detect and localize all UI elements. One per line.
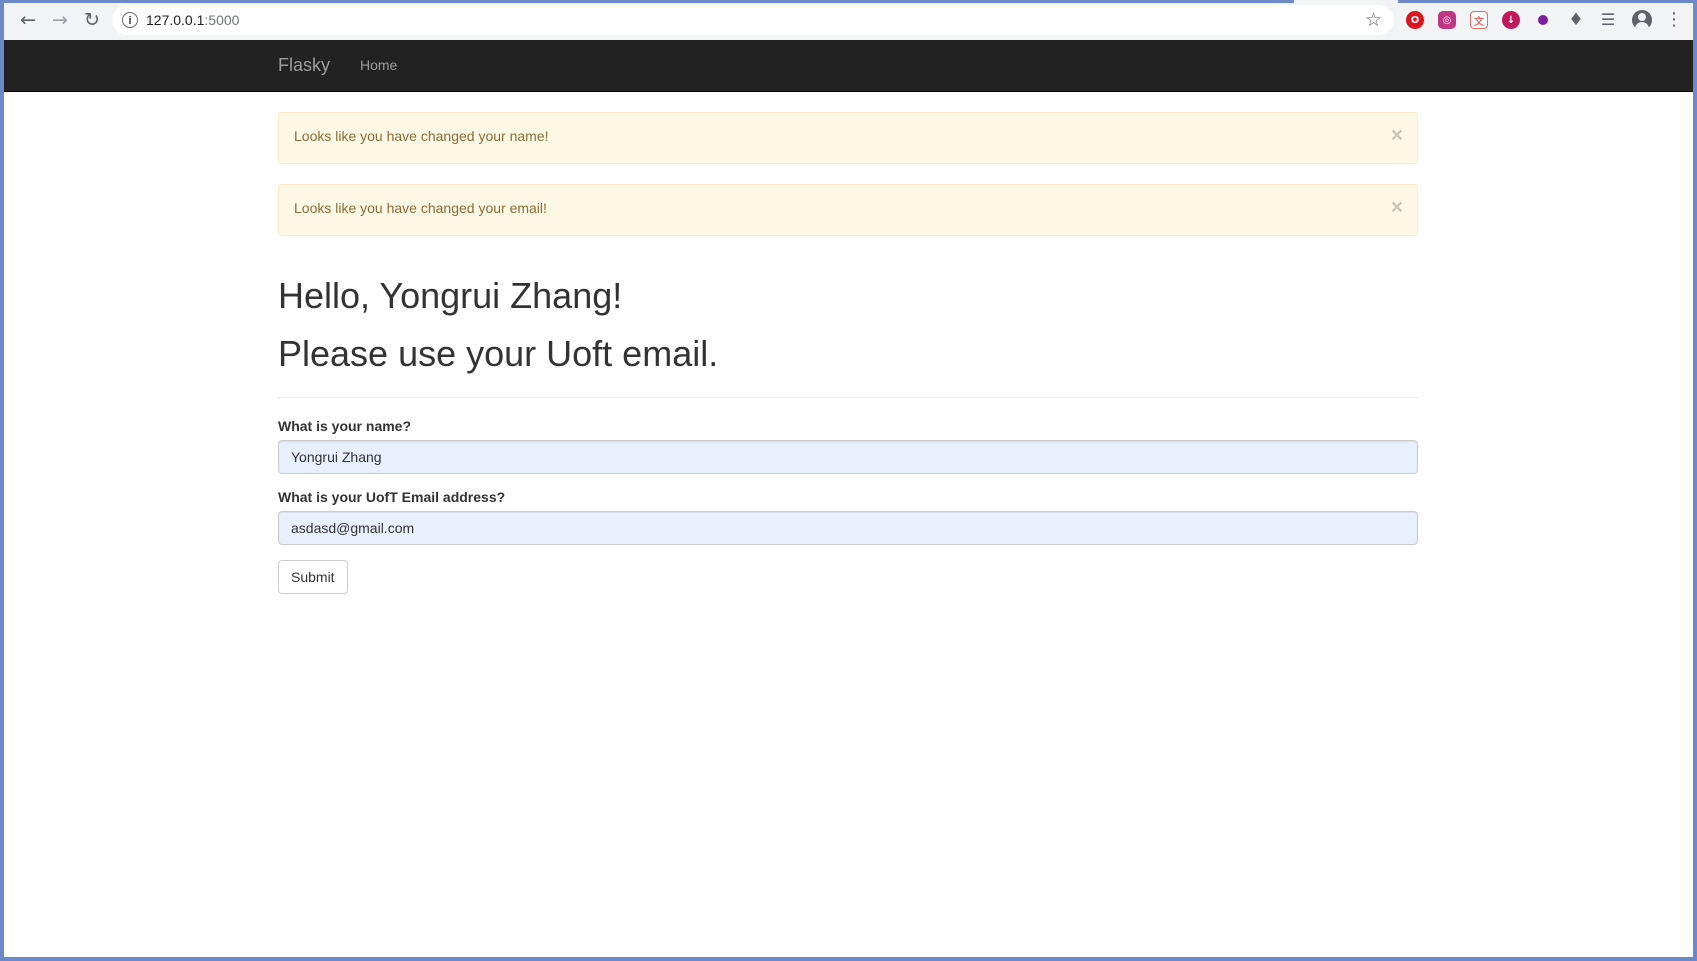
media-queue-icon[interactable]: ☰ xyxy=(1596,8,1620,32)
nav-link-home[interactable]: Home xyxy=(360,57,397,73)
alert-email-changed: Looks like you have changed your email! … xyxy=(278,184,1418,236)
email-label: What is your UofT Email address? xyxy=(278,489,506,506)
name-label: What is your name? xyxy=(278,418,412,435)
back-icon[interactable]: ← xyxy=(16,8,40,32)
navbar: Flasky Home xyxy=(4,40,1693,92)
name-input[interactable] xyxy=(278,440,1418,475)
tab-strip-edge-right xyxy=(1398,0,1693,3)
alert-name-changed: Looks like you have changed your name! × xyxy=(278,112,1418,164)
reload-icon[interactable]: ↻ xyxy=(80,8,104,32)
profile-form: What is your name? What is your UofT Ema… xyxy=(278,418,1418,595)
main-container: Looks like you have changed your name! ×… xyxy=(278,112,1418,595)
url-text[interactable]: 127.0.0.1:5000 xyxy=(146,12,239,28)
bookmark-star-icon[interactable]: ☆ xyxy=(1365,9,1382,31)
site-info-icon[interactable]: i xyxy=(122,12,138,28)
alert-message: Looks like you have changed your email! xyxy=(294,200,547,216)
opera-adblock-icon[interactable]: O xyxy=(1406,11,1424,29)
email-form-group: What is your UofT Email address? xyxy=(278,489,1418,546)
page-header: Hello, Yongrui Zhang! Please use your Uo… xyxy=(278,275,1418,399)
browser-toolbar: ← → ↻ i 127.0.0.1:5000 ☆ O ◎ 文 ↓ ♦ ☰ ⋮ xyxy=(4,0,1693,40)
email-input[interactable] xyxy=(278,511,1418,546)
greeting-heading: Hello, Yongrui Zhang! xyxy=(278,275,623,316)
download-extension-icon[interactable]: ↓ xyxy=(1502,11,1520,29)
forward-icon[interactable]: → xyxy=(48,8,72,32)
address-bar[interactable]: i 127.0.0.1:5000 ☆ xyxy=(112,5,1394,35)
instagram-icon[interactable]: ◎ xyxy=(1438,11,1456,29)
tab-strip-edge xyxy=(4,0,1294,3)
translate-extension-icon[interactable]: 文 xyxy=(1470,11,1488,29)
close-icon[interactable]: × xyxy=(1391,197,1403,218)
navbar-brand[interactable]: Flasky xyxy=(278,55,330,76)
alert-message: Looks like you have changed your name! xyxy=(294,128,549,144)
name-form-group: What is your name? xyxy=(278,418,1418,475)
profile-avatar-icon[interactable] xyxy=(1632,10,1652,30)
browser-window: ← → ↻ i 127.0.0.1:5000 ☆ O ◎ 文 ↓ ♦ ☰ ⋮ F… xyxy=(4,0,1693,957)
extensions-puzzle-icon[interactable]: ♦ xyxy=(1564,8,1588,32)
purple-extension-icon[interactable] xyxy=(1534,11,1552,29)
close-icon[interactable]: × xyxy=(1391,125,1403,146)
notice-heading: Please use your Uoft email. xyxy=(278,332,719,374)
submit-button[interactable]: Submit xyxy=(278,560,348,595)
menu-kebab-icon[interactable]: ⋮ xyxy=(1662,8,1686,32)
